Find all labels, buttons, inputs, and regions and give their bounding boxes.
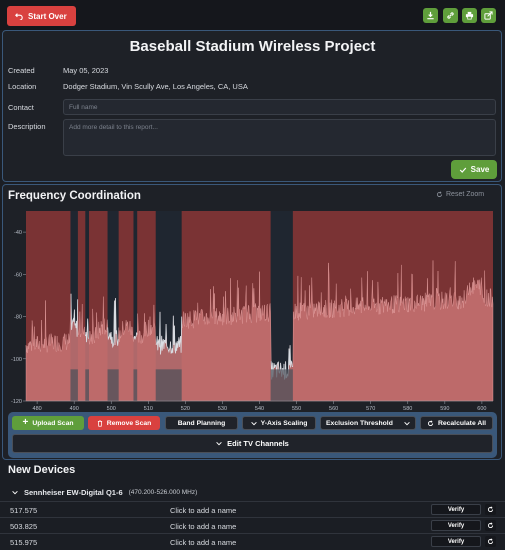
project-title: Baseball Stadium Wireless Project — [129, 38, 376, 55]
share-button[interactable] — [481, 8, 496, 23]
device-name[interactable]: Click to add a name — [170, 506, 236, 515]
verify-button[interactable]: Verify — [431, 536, 481, 547]
exclusion-threshold-select[interactable]: Exclusion Threshold — [320, 416, 416, 430]
y-tick-label: -120 — [11, 399, 22, 405]
open-window-floor — [70, 369, 78, 401]
save-label: Save — [470, 165, 490, 174]
reset-zoom-button[interactable]: Reset Zoom — [436, 191, 484, 198]
device-group-range: (470.200-526.000 MHz) — [128, 489, 198, 496]
refresh-icon — [427, 419, 433, 426]
refresh-button[interactable] — [485, 504, 496, 515]
edit-tv-channels-button[interactable]: Edit TV Channels — [12, 434, 493, 453]
refresh-button[interactable] — [485, 520, 496, 531]
chevron-down-icon — [216, 441, 222, 446]
print-icon — [465, 11, 474, 20]
refresh-icon — [487, 538, 494, 545]
open-window-floor — [155, 369, 182, 401]
open-window-floor — [107, 369, 119, 401]
upload-scan-label: Upload Scan — [32, 419, 74, 427]
device-group-header[interactable]: Sennheiser EW-Digital Q1-6 (470.200-526.… — [12, 488, 197, 497]
device-name[interactable]: Click to add a name — [170, 522, 236, 531]
plus-icon: + — [22, 417, 29, 428]
table-row: 517.575 Click to add a name Verify — [0, 501, 505, 517]
device-group-name: Sennheiser EW-Digital Q1-6 — [24, 488, 123, 497]
device-name[interactable]: Click to add a name — [170, 538, 236, 547]
y-axis-scaling-button[interactable]: Y-Axis Scaling — [242, 416, 316, 430]
y-axis-scaling-label: Y-Axis Scaling — [260, 419, 308, 427]
band-planning-button[interactable]: Band Planning — [165, 416, 238, 430]
share-icon — [484, 11, 493, 20]
description-textarea[interactable]: Add more detail to this report... — [63, 119, 496, 156]
remove-scan-label: Remove Scan — [106, 419, 152, 427]
contact-label: Contact — [8, 103, 34, 112]
link-button[interactable] — [443, 8, 458, 23]
open-window-floor — [85, 369, 90, 401]
start-over-button[interactable]: Start Over — [7, 6, 76, 26]
exclusion-threshold-label: Exclusion Threshold — [326, 419, 393, 427]
frequency-chart: -40-60-80-100-120480 490 500 510 520 530 540 55… — [11, 211, 494, 412]
edit-tv-channels-label: Edit TV Channels — [227, 439, 289, 448]
device-frequency: 515.975 — [10, 538, 38, 547]
upload-scan-button[interactable]: + Upload Scan — [12, 416, 84, 430]
chevron-down-icon — [404, 421, 410, 425]
y-tick-label: -80 — [14, 315, 22, 321]
device-frequency: 517.575 — [10, 506, 38, 515]
y-tick-label: -40 — [14, 230, 22, 236]
created-label: Created — [8, 66, 35, 75]
open-window-floor — [270, 369, 293, 401]
reset-zoom-label: Reset Zoom — [446, 191, 485, 198]
contact-input[interactable]: Full name — [63, 99, 496, 115]
created-value: May 05, 2023 — [63, 66, 109, 75]
location-label: Location — [8, 82, 37, 91]
download-icon — [427, 11, 434, 20]
description-label: Description — [8, 122, 46, 131]
save-button[interactable]: Save — [451, 160, 497, 179]
refresh-icon — [436, 191, 443, 198]
download-button[interactable] — [423, 8, 438, 23]
undo-icon — [15, 13, 23, 20]
refresh-button[interactable] — [485, 536, 496, 547]
trash-icon — [97, 419, 102, 427]
start-over-label: Start Over — [28, 11, 67, 21]
print-button[interactable] — [462, 8, 477, 23]
recalculate-all-button[interactable]: Recalculate All — [420, 416, 493, 430]
table-row: 503.825 Click to add a name Verify — [0, 517, 505, 533]
y-tick-label: -60 — [14, 272, 22, 278]
link-icon — [447, 12, 454, 19]
chevron-down-icon — [250, 421, 257, 425]
device-frequency: 503.825 — [10, 522, 38, 531]
new-devices-title: New Devices — [8, 464, 76, 476]
refresh-icon — [487, 506, 494, 513]
check-icon — [459, 167, 466, 173]
remove-scan-button[interactable]: Remove Scan — [88, 416, 160, 430]
open-window-floor — [133, 369, 138, 401]
frequency-title: Frequency Coordination — [8, 190, 141, 202]
band-planning-label: Band Planning — [177, 419, 226, 427]
y-tick-label: -100 — [11, 357, 22, 363]
verify-button[interactable]: Verify — [431, 504, 481, 515]
chevron-down-icon — [12, 490, 18, 495]
table-row: 515.975 Click to add a name Verify — [0, 533, 505, 549]
recalculate-all-label: Recalculate All — [437, 419, 487, 427]
location-value: Dodger Stadium, Vin Scully Ave, Los Ange… — [63, 82, 248, 91]
refresh-icon — [487, 522, 494, 529]
verify-button[interactable]: Verify — [431, 520, 481, 531]
